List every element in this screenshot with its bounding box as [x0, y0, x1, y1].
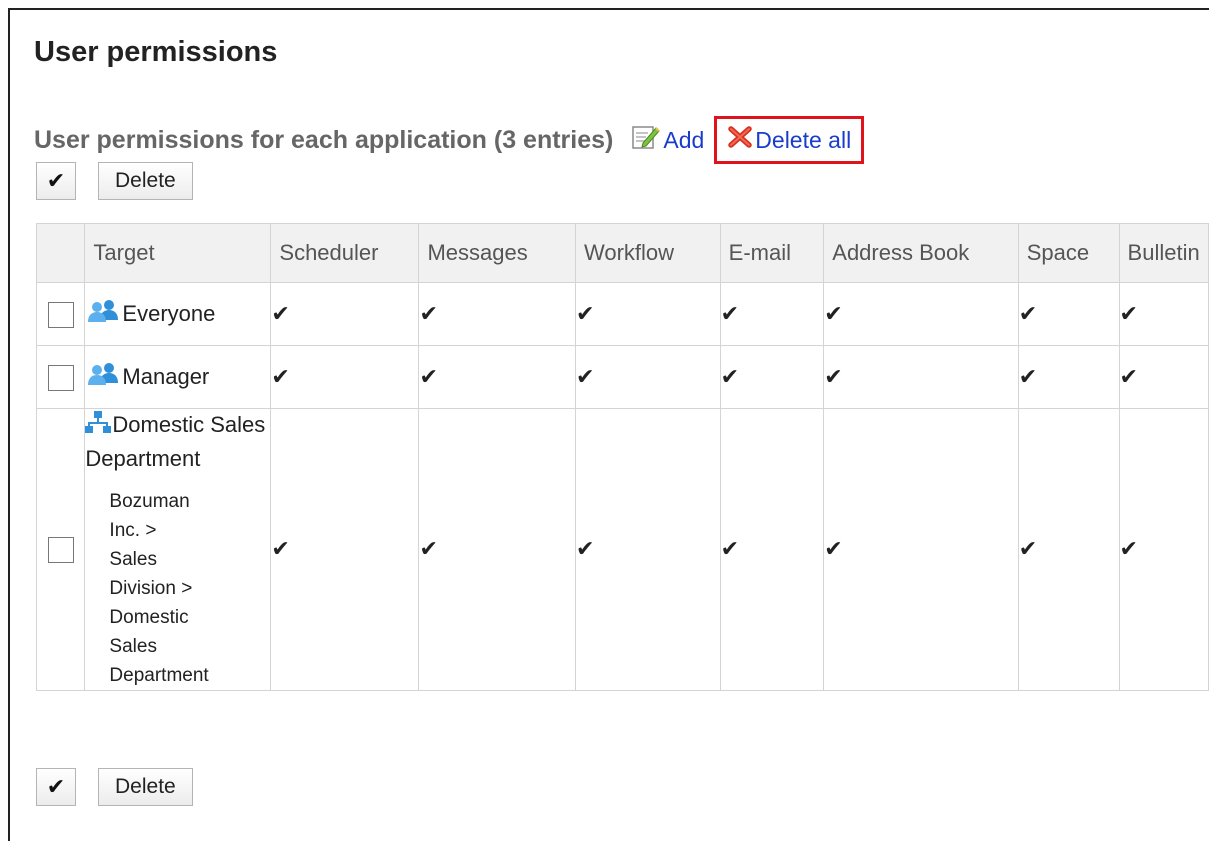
delete-all-label: Delete all	[755, 126, 852, 153]
path-line: Inc. >	[109, 519, 157, 541]
table-header-row: Target Scheduler Messages Workflow E-mai…	[35, 223, 1209, 283]
permission-bulletin: ✔	[1118, 282, 1209, 346]
target-name-link[interactable]: Everyone	[122, 301, 215, 327]
column-header-scheduler: Scheduler	[270, 223, 420, 283]
column-header-email: E-mail	[719, 223, 825, 283]
target-name-link[interactable]: Manager	[122, 364, 209, 390]
permission-bulletin: ✔	[1118, 408, 1209, 691]
permission-scheduler: ✔	[270, 408, 420, 691]
organization-path: Bozuman Inc. > Sales Division > Domestic…	[85, 487, 270, 690]
permission-messages: ✔	[418, 408, 576, 691]
permission-address-book: ✔	[823, 282, 1019, 346]
edit-pencil-icon	[631, 123, 661, 157]
permission-messages: ✔	[418, 282, 576, 346]
permission-scheduler: ✔	[270, 282, 420, 346]
target-name-label: Domestic Sales Department	[85, 412, 266, 471]
column-header-space: Space	[1017, 223, 1120, 283]
permissions-panel: User permissions User permissions for ea…	[8, 8, 1209, 841]
table-row: Everyone ✔ ✔ ✔ ✔ ✔ ✔ ✔	[35, 282, 1209, 346]
row-checkbox[interactable]	[47, 301, 74, 328]
permissions-table: Target Scheduler Messages Workflow E-mai…	[35, 223, 1209, 691]
path-line: Bozuman	[109, 490, 190, 512]
add-link[interactable]: Add	[631, 123, 704, 157]
permission-space: ✔	[1017, 345, 1120, 409]
permission-workflow: ✔	[574, 345, 721, 409]
user-group-icon	[85, 361, 121, 393]
column-header-address-book: Address Book	[823, 223, 1019, 283]
row-checkbox[interactable]	[47, 364, 74, 391]
column-header-messages: Messages	[418, 223, 576, 283]
target-cell: Everyone	[84, 282, 272, 346]
permission-messages: ✔	[418, 345, 576, 409]
target-cell: Domestic Sales Department Bozuman Inc. >…	[84, 408, 272, 691]
user-group-icon	[85, 298, 121, 330]
column-header-workflow: Workflow	[574, 223, 721, 283]
select-all-button[interactable]: ✔	[36, 162, 76, 200]
section-title: User permissions for each application (3…	[34, 125, 614, 154]
path-line: Department	[109, 664, 209, 686]
target-cell: Manager	[84, 345, 272, 409]
column-header-bulletin: Bulletin	[1118, 223, 1209, 283]
select-all-button[interactable]: ✔	[36, 768, 76, 806]
permission-email: ✔	[719, 408, 825, 691]
section-header: User permissions for each application (3…	[34, 116, 865, 164]
permission-bulletin: ✔	[1118, 345, 1209, 409]
path-line: Domestic	[109, 606, 189, 628]
permission-email: ✔	[719, 282, 825, 346]
delete-button[interactable]: Delete	[98, 162, 193, 200]
header-checkbox-column	[35, 223, 86, 283]
permission-scheduler: ✔	[270, 345, 420, 409]
delete-all-highlight: Delete all	[714, 116, 865, 164]
permission-space: ✔	[1017, 408, 1120, 691]
target-name-link[interactable]: Domestic Sales Department	[85, 409, 270, 475]
table-row: Domestic Sales Department Bozuman Inc. >…	[35, 408, 1209, 691]
path-line: Division >	[109, 577, 193, 599]
permission-address-book: ✔	[823, 345, 1019, 409]
delete-button[interactable]: Delete	[98, 768, 193, 806]
row-checkbox[interactable]	[47, 536, 74, 563]
top-toolbar: ✔ Delete	[36, 162, 193, 200]
column-header-target: Target	[84, 223, 272, 283]
row-checkbox-cell	[35, 345, 86, 409]
path-line: Sales	[109, 548, 157, 570]
section-actions: Add Delete all	[631, 116, 865, 164]
red-x-icon	[727, 125, 753, 155]
permission-workflow: ✔	[574, 408, 721, 691]
page-title: User permissions	[34, 36, 278, 68]
permission-space: ✔	[1017, 282, 1120, 346]
row-checkbox-cell	[35, 408, 86, 691]
table-row: Manager ✔ ✔ ✔ ✔ ✔ ✔ ✔	[35, 345, 1209, 409]
org-tree-icon	[85, 410, 112, 443]
permission-email: ✔	[719, 345, 825, 409]
add-link-label: Add	[663, 126, 705, 153]
path-line: Sales	[109, 635, 157, 657]
permission-address-book: ✔	[823, 408, 1019, 691]
bottom-toolbar: ✔ Delete	[36, 768, 193, 806]
permission-workflow: ✔	[574, 282, 721, 346]
delete-all-link[interactable]: Delete all	[727, 125, 851, 155]
row-checkbox-cell	[35, 282, 86, 346]
